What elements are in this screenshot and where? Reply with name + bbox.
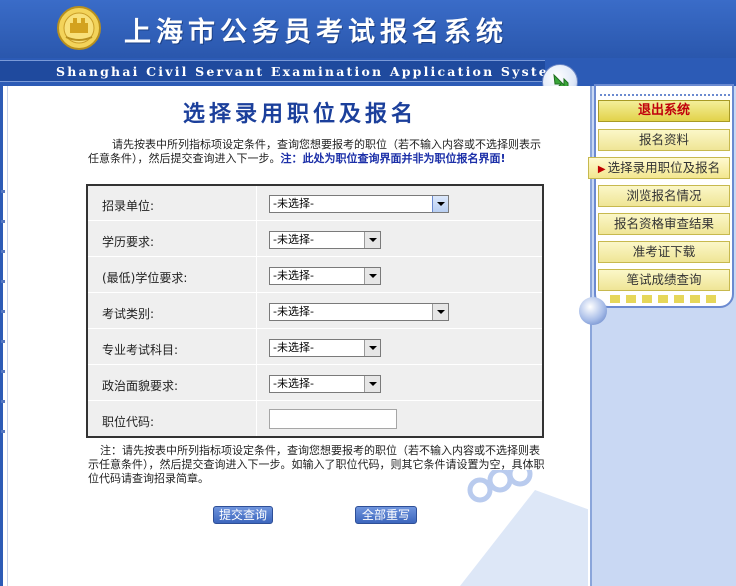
form-row-education: 学历要求: -未选择- <box>88 222 542 257</box>
degree-select[interactable]: -未选择- <box>269 267 381 285</box>
reset-button[interactable]: 全部重写 <box>355 506 417 524</box>
form-row-political: 政治面貌要求: -未选择- <box>88 366 542 401</box>
exam-type-select[interactable]: -未选择- <box>269 303 449 321</box>
notebook-watermark <box>460 470 588 586</box>
employer-select-value: -未选择- <box>273 197 314 210</box>
subject-select[interactable]: -未选择- <box>269 339 381 357</box>
english-banner: Shanghai Civil Servant Examination Appli… <box>0 60 562 82</box>
political-label: 政治面貌要求: <box>102 379 179 393</box>
decorative-ball <box>579 297 607 325</box>
subject-label: 专业考试科目: <box>102 343 179 357</box>
menu-footer-decoration <box>610 295 720 303</box>
search-form: 招录单位: -未选择- 学历要求: -未选择- (最低)学位要求: -未选择- … <box>86 184 544 438</box>
form-row-exam-type: 考试类别: -未选择- <box>88 294 542 329</box>
chevron-down-icon[interactable] <box>364 340 380 356</box>
submit-button[interactable]: 提交查询 <box>213 506 273 524</box>
position-code-input[interactable] <box>269 409 397 429</box>
chevron-down-icon[interactable] <box>364 268 380 284</box>
subject-select-value: -未选择- <box>273 341 314 354</box>
triangle-right-icon: ▶ <box>597 164 606 175</box>
page-root: 上海市公务员考试报名系统 Shanghai Civil Servant Exam… <box>0 0 736 586</box>
intro-warning: 注：此处为职位查询界面并非为职位报名界面! <box>280 152 506 165</box>
sidebar-item-label: 浏览报名情况 <box>626 188 702 203</box>
banner-text: Shanghai Civil Servant Examination Appli… <box>56 64 565 79</box>
education-label: 学历要求: <box>102 235 155 249</box>
sidebar-item-exam-score[interactable]: 笔试成绩查询 <box>598 269 730 291</box>
logout-button[interactable]: 退出系统 <box>598 100 730 122</box>
left-decoration <box>1 190 5 433</box>
form-row-degree: (最低)学位要求: -未选择- <box>88 258 542 293</box>
education-select-value: -未选择- <box>273 233 314 246</box>
sidebar-item-label: 报名资格审查结果 <box>613 216 714 231</box>
sidebar-item-label: 选择录用职位及报名 <box>607 160 721 175</box>
chevron-down-icon[interactable] <box>364 376 380 392</box>
degree-select-value: -未选择- <box>273 269 314 282</box>
sidebar-item-review-result[interactable]: 报名资格审查结果 <box>598 213 730 235</box>
sidebar-item-label: 报名资料 <box>638 132 689 147</box>
exam-type-label: 考试类别: <box>102 307 155 321</box>
sidebar-item-select-position[interactable]: ▶ 选择录用职位及报名 <box>588 157 730 179</box>
form-row-position-code: 职位代码: <box>88 402 542 437</box>
chevron-down-icon[interactable] <box>432 304 448 320</box>
page-title: 选择录用职位及报名 <box>183 101 418 127</box>
form-row-employer: 招录单位: -未选择- <box>88 186 542 221</box>
sidebar-item-label: 笔试成绩查询 <box>626 272 702 287</box>
chevron-down-icon[interactable] <box>432 196 448 212</box>
sidebar-item-registration-info[interactable]: 报名资料 <box>598 129 730 151</box>
note-text: 注：请先按表中所列指标项设定条件，查询您想要报考的职位（若不输入内容或不选择则表… <box>88 444 545 485</box>
political-select-value: -未选择- <box>273 377 314 390</box>
sidebar-item-admit-card[interactable]: 准考证下载 <box>598 241 730 263</box>
form-row-subject: 专业考试科目: -未选择- <box>88 330 542 365</box>
sidebar-item-label: 准考证下载 <box>632 244 696 259</box>
employer-label: 招录单位: <box>102 199 155 213</box>
shanghai-emblem-icon <box>57 6 101 50</box>
header: 上海市公务员考试报名系统 Shanghai Civil Servant Exam… <box>0 0 736 86</box>
menu-decoration <box>600 84 730 96</box>
position-code-label: 职位代码: <box>102 415 155 429</box>
degree-label: (最低)学位要求: <box>102 271 188 285</box>
employer-select[interactable]: -未选择- <box>269 195 449 213</box>
political-select[interactable]: -未选择- <box>269 375 381 393</box>
education-select[interactable]: -未选择- <box>269 231 381 249</box>
exam-type-select-value: -未选择- <box>273 305 314 318</box>
intro-text: 请先按表中所列指标项设定条件，查询您想要报考的职位（若不输入内容或不选择则表示任… <box>88 138 548 166</box>
chevron-down-icon[interactable] <box>364 232 380 248</box>
sidebar-item-browse-status[interactable]: 浏览报名情况 <box>598 185 730 207</box>
site-title: 上海市公务员考试报名系统 <box>124 17 508 48</box>
